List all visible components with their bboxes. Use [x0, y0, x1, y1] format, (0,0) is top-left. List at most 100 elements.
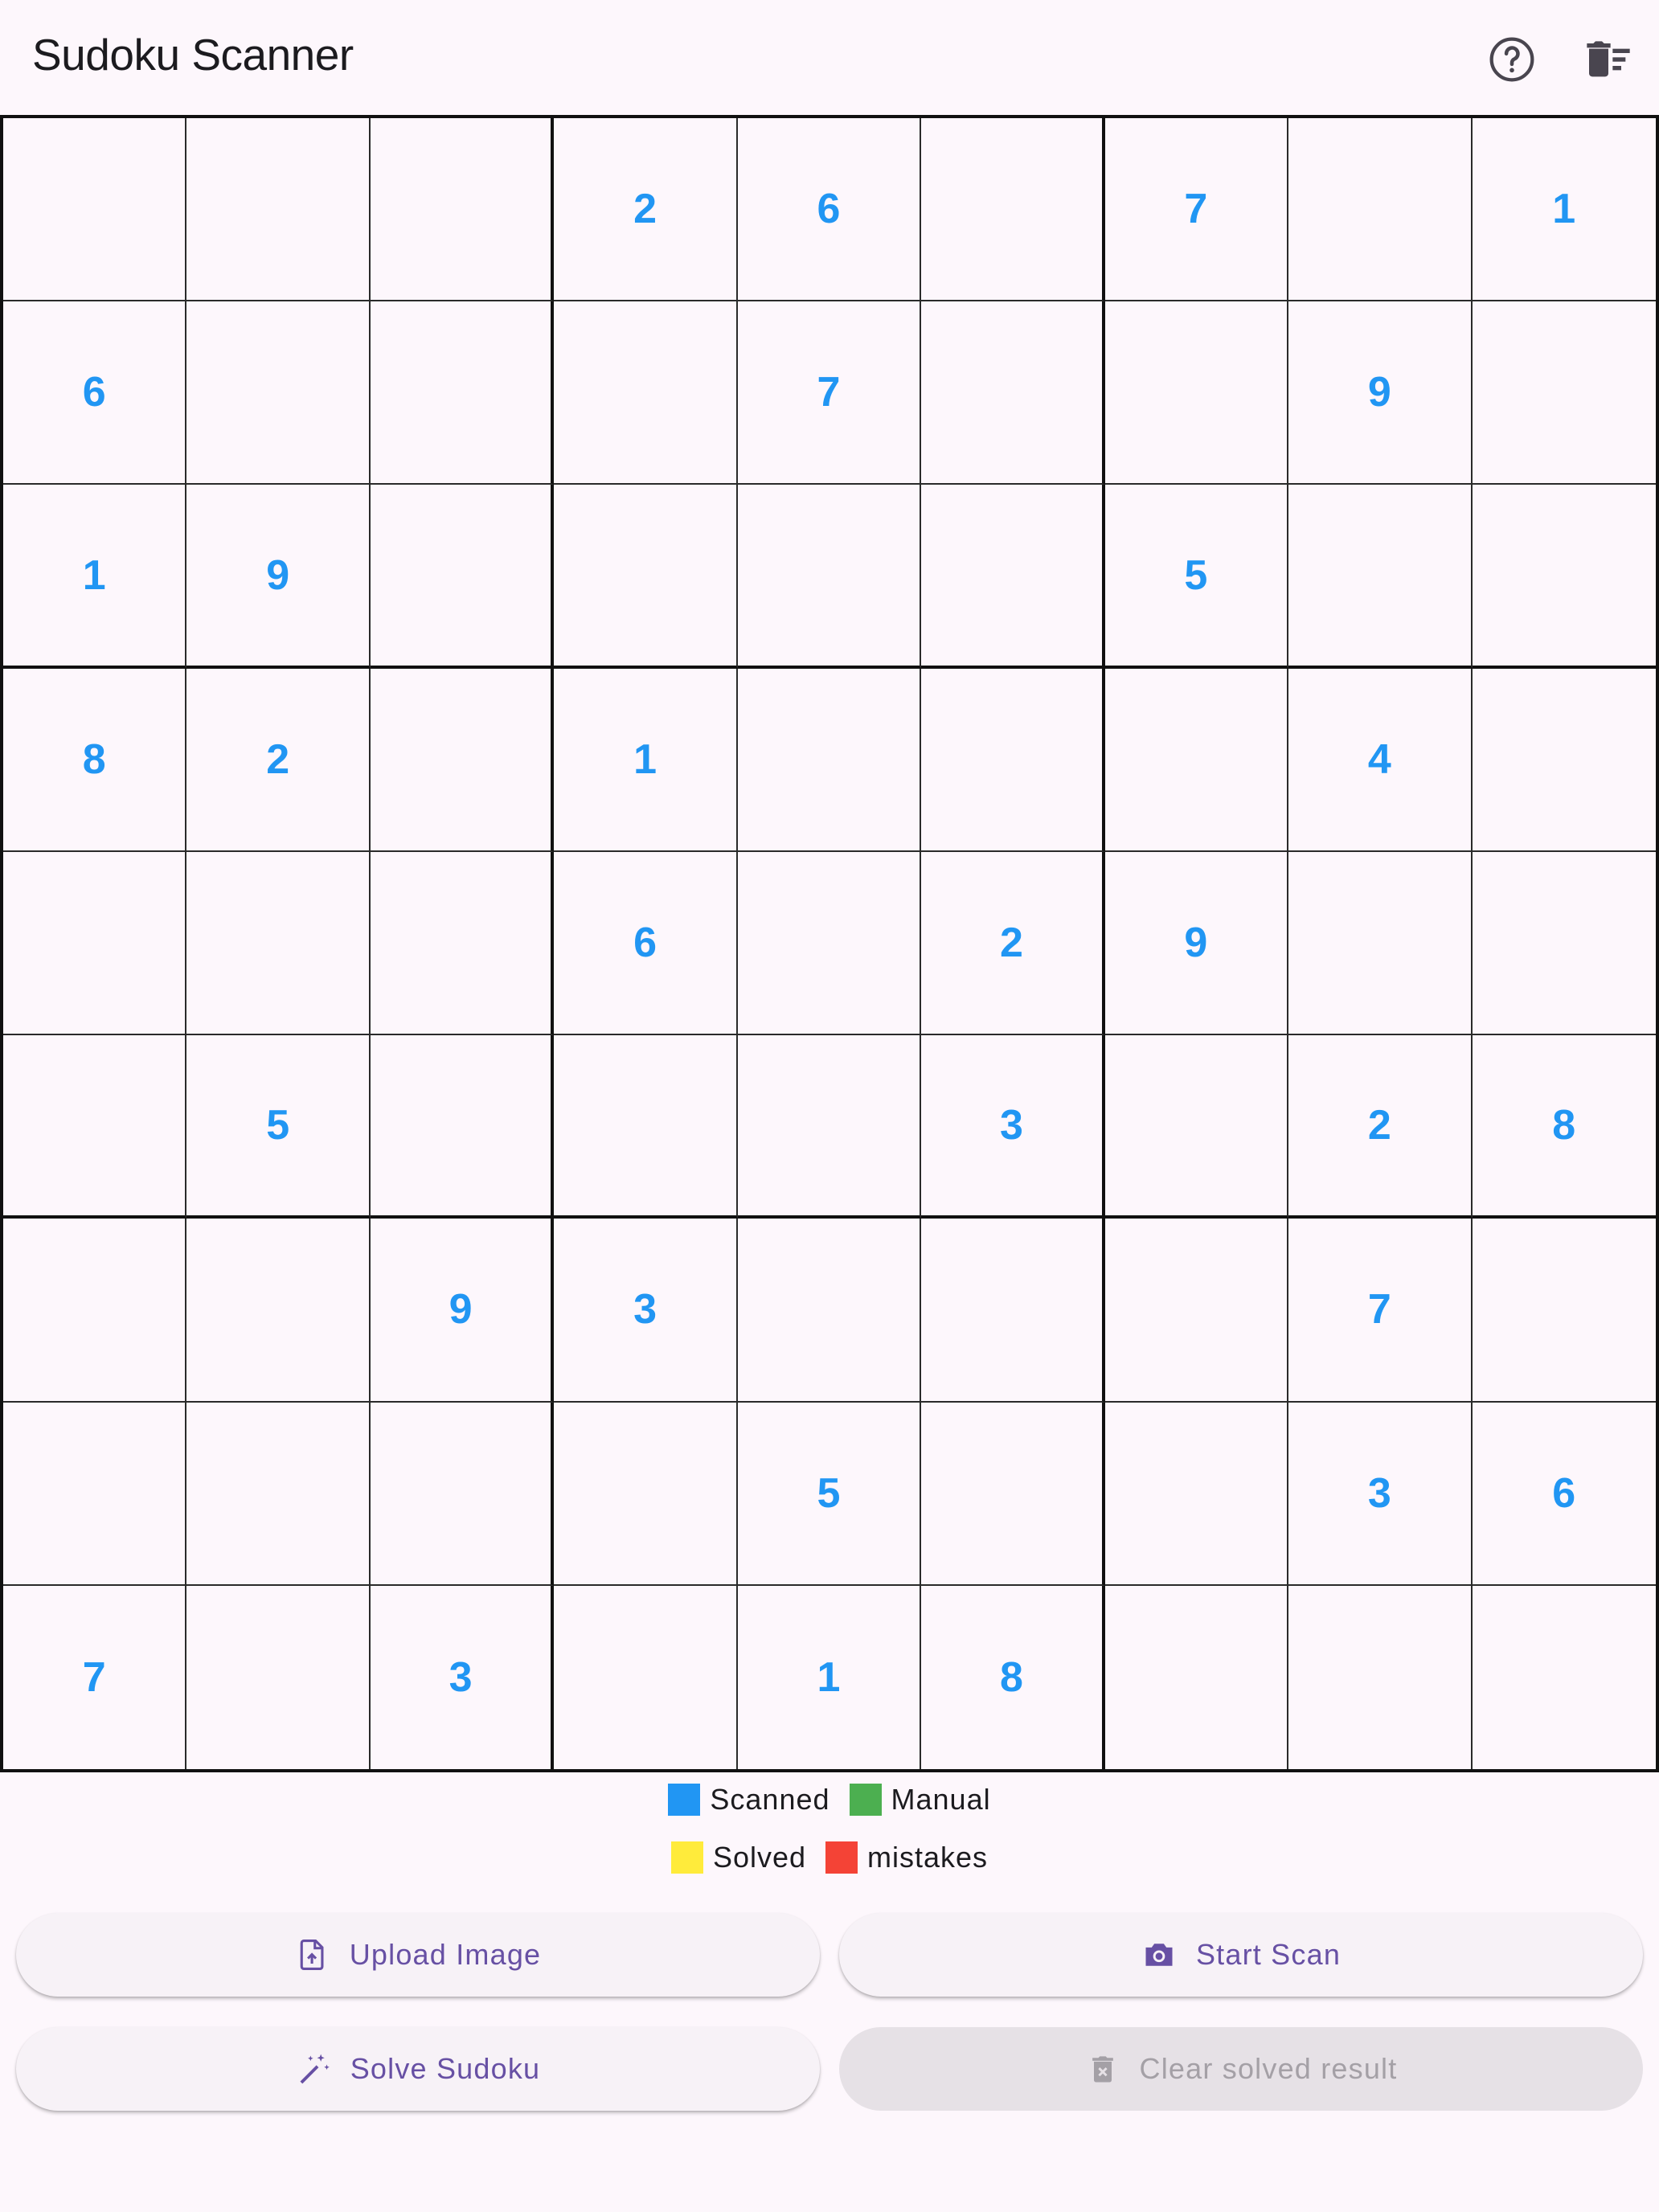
- sudoku-cell-r1c5[interactable]: 6: [737, 118, 922, 302]
- sudoku-cell-r2c3[interactable]: [370, 301, 555, 485]
- clear-solved-result-button[interactable]: Clear solved result: [839, 2027, 1643, 2111]
- sudoku-cell-r8c4[interactable]: [554, 1402, 738, 1586]
- sudoku-cell-r5c6[interactable]: 2: [921, 851, 1105, 1036]
- sudoku-cell-r4c9[interactable]: [1472, 669, 1656, 852]
- legend-row-2: Solved mistakes: [0, 1841, 1659, 1874]
- sudoku-cell-r8c7[interactable]: [1104, 1402, 1289, 1586]
- sudoku-cell-r1c4[interactable]: 2: [554, 118, 738, 302]
- sudoku-cell-r4c1[interactable]: 8: [3, 668, 187, 852]
- sudoku-cell-r9c2[interactable]: [186, 1585, 371, 1769]
- file-upload-icon: [300, 1940, 324, 1970]
- sudoku-cell-r8c8[interactable]: 3: [1288, 1402, 1473, 1586]
- sudoku-cell-r9c5[interactable]: 1: [738, 1585, 922, 1769]
- sudoku-cell-r7c7[interactable]: [1104, 1219, 1289, 1403]
- sudoku-cell-r3c6[interactable]: [921, 485, 1105, 669]
- sudoku-cell-r6c5[interactable]: [737, 1035, 922, 1219]
- sudoku-cell-r2c8[interactable]: 9: [1288, 301, 1473, 485]
- sudoku-cell-r2c2[interactable]: [186, 301, 371, 485]
- sudoku-cell-r6c8[interactable]: 2: [1288, 1035, 1473, 1219]
- legend-solved-label: Solved: [712, 1841, 807, 1874]
- sudoku-cell-r3c5[interactable]: [737, 485, 922, 669]
- sudoku-cell-r6c4[interactable]: [554, 1035, 738, 1219]
- sudoku-cell-r3c8[interactable]: [1288, 485, 1473, 669]
- sudoku-cell-r7c6[interactable]: [921, 1219, 1105, 1403]
- sudoku-cell-r7c9[interactable]: [1472, 1219, 1656, 1403]
- sudoku-cell-r9c7[interactable]: [1105, 1585, 1289, 1769]
- sudoku-cell-r7c4[interactable]: 3: [554, 1219, 738, 1403]
- sudoku-cell-r5c8[interactable]: [1288, 851, 1473, 1036]
- sudoku-cell-r3c7[interactable]: 5: [1104, 485, 1289, 669]
- legend-mistakes: mistakes: [825, 1841, 988, 1874]
- sudoku-cell-r2c9[interactable]: [1472, 301, 1656, 485]
- sudoku-cell-r5c7[interactable]: 9: [1104, 851, 1289, 1036]
- sudoku-cell-r8c6[interactable]: [921, 1402, 1105, 1586]
- sudoku-cell-r4c5[interactable]: [737, 668, 922, 852]
- sudoku-cell-r4c6[interactable]: [921, 668, 1105, 852]
- sudoku-cell-r5c1[interactable]: [3, 851, 187, 1036]
- mistakes-swatch: [825, 1841, 858, 1874]
- sudoku-cell-r6c2[interactable]: 5: [186, 1035, 371, 1219]
- solve-sudoku-button[interactable]: Solve Sudoku: [16, 2027, 820, 2111]
- sudoku-cell-r6c9[interactable]: 8: [1472, 1035, 1656, 1219]
- sudoku-cell-r5c4[interactable]: 6: [554, 851, 738, 1036]
- legend-manual-label: Manual: [891, 1783, 991, 1816]
- sudoku-cell-r7c5[interactable]: [737, 1219, 922, 1403]
- sudoku-cell-r5c9[interactable]: [1472, 852, 1656, 1036]
- app-title: Sudoku Scanner: [32, 30, 354, 80]
- sudoku-cell-r9c8[interactable]: [1288, 1585, 1473, 1769]
- sudoku-cell-r1c6[interactable]: [921, 118, 1105, 302]
- sudoku-cell-r1c3[interactable]: [370, 118, 555, 302]
- sudoku-cell-r4c7[interactable]: [1104, 668, 1289, 852]
- sudoku-cell-r8c9[interactable]: 6: [1472, 1403, 1656, 1586]
- sudoku-cell-r8c5[interactable]: 5: [737, 1402, 922, 1586]
- sudoku-cell-r1c1[interactable]: [3, 118, 187, 302]
- legend-mistakes-label: mistakes: [867, 1841, 989, 1874]
- sudoku-cell-r2c7[interactable]: [1104, 301, 1289, 485]
- sudoku-cell-r7c1[interactable]: [3, 1219, 187, 1403]
- sudoku-cell-r8c2[interactable]: [186, 1402, 371, 1586]
- upload-image-button[interactable]: Upload Image: [16, 1913, 820, 1997]
- sudoku-cell-r4c3[interactable]: [370, 668, 555, 852]
- magic-wand-icon: [300, 2054, 330, 2084]
- sudoku-cell-r9c4[interactable]: [554, 1585, 738, 1769]
- sudoku-cell-r2c1[interactable]: 6: [3, 301, 187, 485]
- clear-all-button[interactable]: [1579, 31, 1637, 88]
- sudoku-cell-r7c3[interactable]: 9: [370, 1219, 555, 1403]
- sudoku-cell-r1c9[interactable]: 1: [1472, 118, 1656, 302]
- sudoku-cell-r6c6[interactable]: 3: [921, 1035, 1105, 1219]
- sudoku-cell-r2c6[interactable]: [921, 301, 1105, 485]
- manual-swatch: [849, 1784, 882, 1816]
- sudoku-cell-r6c7[interactable]: [1104, 1035, 1289, 1219]
- sudoku-cell-r8c3[interactable]: [370, 1402, 555, 1586]
- sudoku-cell-r7c8[interactable]: 7: [1288, 1219, 1473, 1403]
- sudoku-cell-r6c3[interactable]: [370, 1035, 555, 1219]
- sudoku-cell-r6c1[interactable]: [3, 1035, 187, 1219]
- sudoku-cell-r9c6[interactable]: 8: [921, 1585, 1105, 1769]
- sudoku-cell-r5c2[interactable]: [186, 851, 371, 1036]
- sudoku-cell-r7c2[interactable]: [186, 1219, 371, 1403]
- delete-sweep-icon: [1587, 41, 1630, 77]
- sudoku-cell-r4c4[interactable]: 1: [554, 668, 738, 852]
- help-circle-icon: [1489, 37, 1534, 82]
- sudoku-cell-r8c1[interactable]: [3, 1402, 187, 1586]
- sudoku-cell-r3c2[interactable]: 9: [186, 485, 371, 669]
- sudoku-cell-r5c3[interactable]: [370, 851, 555, 1036]
- sudoku-cell-r3c1[interactable]: 1: [3, 485, 187, 669]
- sudoku-cell-r1c7[interactable]: 7: [1104, 118, 1289, 302]
- sudoku-cell-r4c2[interactable]: 2: [186, 668, 371, 852]
- sudoku-cell-r2c4[interactable]: [554, 301, 738, 485]
- sudoku-cell-r3c9[interactable]: [1472, 485, 1656, 669]
- sudoku-cell-r4c8[interactable]: 4: [1288, 668, 1473, 852]
- legend-scanned-label: Scanned: [710, 1783, 830, 1816]
- sudoku-cell-r1c8[interactable]: [1288, 118, 1473, 302]
- sudoku-cell-r9c9[interactable]: [1473, 1586, 1656, 1769]
- sudoku-cell-r9c3[interactable]: 3: [371, 1585, 555, 1769]
- sudoku-cell-r3c4[interactable]: [554, 485, 738, 669]
- start-scan-button[interactable]: Start Scan: [839, 1913, 1643, 1997]
- sudoku-cell-r1c2[interactable]: [186, 118, 371, 302]
- help-button[interactable]: [1483, 31, 1541, 88]
- sudoku-cell-r5c5[interactable]: [737, 851, 922, 1036]
- sudoku-cell-r2c5[interactable]: 7: [737, 301, 922, 485]
- sudoku-cell-r3c3[interactable]: [370, 485, 555, 669]
- sudoku-cell-r9c1[interactable]: 7: [3, 1585, 187, 1769]
